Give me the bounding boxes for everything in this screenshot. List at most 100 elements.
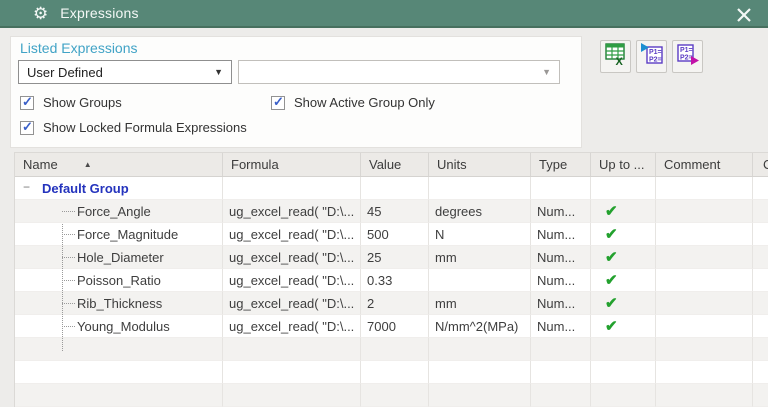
- cell-up-to-[interactable]: ✔: [591, 200, 656, 223]
- cell-name[interactable]: Force_Magnitude: [15, 223, 223, 246]
- close-icon[interactable]: [734, 5, 754, 25]
- cell-c[interactable]: [753, 338, 768, 361]
- column-header-units[interactable]: Units: [429, 153, 531, 176]
- cell-up-to-[interactable]: [591, 338, 656, 361]
- checkbox-box[interactable]: ✓: [271, 94, 285, 110]
- cell-formula[interactable]: [223, 177, 361, 200]
- cell-units[interactable]: degrees: [429, 200, 531, 223]
- cell-value[interactable]: 2: [361, 292, 429, 315]
- cell-type[interactable]: [531, 384, 591, 407]
- column-header-up-to-[interactable]: Up to ...: [591, 153, 656, 176]
- cell-formula[interactable]: ug_excel_read( "D:\...: [223, 269, 361, 292]
- collapse-minus-icon[interactable]: −: [23, 180, 30, 194]
- cell-up-to-[interactable]: ✔: [591, 315, 656, 338]
- show-locked-formula-expressions-checkbox[interactable]: ✓ Show Locked Formula Expressions: [20, 119, 247, 135]
- cell-c[interactable]: [753, 223, 768, 246]
- cell-formula[interactable]: [223, 338, 361, 361]
- cell-name[interactable]: [15, 384, 223, 407]
- cell-c[interactable]: [753, 292, 768, 315]
- cell-value[interactable]: 0.33: [361, 269, 429, 292]
- cell-value[interactable]: [361, 384, 429, 407]
- expression-filter-dropdown[interactable]: User Defined ▼: [18, 60, 232, 84]
- cell-type[interactable]: Num...: [531, 292, 591, 315]
- checkbox-box[interactable]: ✓: [20, 94, 34, 110]
- cell-comment[interactable]: [656, 269, 753, 292]
- edit-in-spreadsheet-button[interactable]: X: [600, 40, 631, 73]
- column-header-value[interactable]: Value: [361, 153, 429, 176]
- cell-formula[interactable]: ug_excel_read( "D:\...: [223, 223, 361, 246]
- cell-type[interactable]: [531, 177, 591, 200]
- expression-row[interactable]: Force_Angle ug_excel_read( "D:\... 45 degre…: [15, 200, 768, 223]
- cell-units[interactable]: mm: [429, 246, 531, 269]
- cell-type[interactable]: Num...: [531, 200, 591, 223]
- expression-row[interactable]: Hole_Diameter ug_excel_read( "D:\... 25 mm N…: [15, 246, 768, 269]
- cell-name[interactable]: [15, 361, 223, 384]
- cell-units[interactable]: N: [429, 223, 531, 246]
- cell-c[interactable]: [753, 269, 768, 292]
- cell-name[interactable]: Rib_Thickness: [15, 292, 223, 315]
- show-groups-checkbox[interactable]: ✓ Show Groups: [20, 94, 122, 110]
- cell-name[interactable]: [15, 338, 223, 361]
- cell-name[interactable]: Poisson_Ratio: [15, 269, 223, 292]
- cell-value[interactable]: 45: [361, 200, 429, 223]
- empty-row[interactable]: [15, 384, 768, 407]
- empty-row[interactable]: [15, 361, 768, 384]
- cell-c[interactable]: [753, 200, 768, 223]
- cell-units[interactable]: N/mm^2(MPa): [429, 315, 531, 338]
- cell-comment[interactable]: [656, 315, 753, 338]
- cell-value[interactable]: [361, 338, 429, 361]
- cell-comment[interactable]: [656, 338, 753, 361]
- cell-up-to-[interactable]: ✔: [591, 292, 656, 315]
- cell-type[interactable]: Num...: [531, 315, 591, 338]
- cell-comment[interactable]: [656, 200, 753, 223]
- cell-name[interactable]: Hole_Diameter: [15, 246, 223, 269]
- cell-up-to-[interactable]: ✔: [591, 269, 656, 292]
- cell-value[interactable]: 500: [361, 223, 429, 246]
- cell-value[interactable]: 25: [361, 246, 429, 269]
- cell-type[interactable]: Num...: [531, 246, 591, 269]
- expression-row[interactable]: Poisson_Ratio ug_excel_read( "D:\... 0.33 N…: [15, 269, 768, 292]
- show-active-group-only-checkbox[interactable]: ✓ Show Active Group Only: [271, 94, 435, 110]
- cell-value[interactable]: [361, 177, 429, 200]
- cell-up-to-[interactable]: ✔: [591, 223, 656, 246]
- expression-row[interactable]: Young_Modulus ug_excel_read( "D:\... 7000 N…: [15, 315, 768, 338]
- cell-formula[interactable]: [223, 361, 361, 384]
- cell-up-to-[interactable]: [591, 384, 656, 407]
- group-row[interactable]: − Default Group: [15, 177, 768, 200]
- cell-value[interactable]: [361, 361, 429, 384]
- expression-row[interactable]: Rib_Thickness ug_excel_read( "D:\... 2 mm Nu…: [15, 292, 768, 315]
- column-header-comment[interactable]: Comment: [656, 153, 753, 176]
- cell-c[interactable]: [753, 361, 768, 384]
- cell-units[interactable]: [429, 384, 531, 407]
- cell-formula[interactable]: ug_excel_read( "D:\...: [223, 292, 361, 315]
- column-header-c[interactable]: C: [753, 153, 768, 176]
- cell-name[interactable]: Force_Angle: [15, 200, 223, 223]
- cell-c[interactable]: [753, 384, 768, 407]
- cell-c[interactable]: [753, 177, 768, 200]
- cell-comment[interactable]: [656, 292, 753, 315]
- cell-formula[interactable]: ug_excel_read( "D:\...: [223, 246, 361, 269]
- cell-up-to-[interactable]: ✔: [591, 246, 656, 269]
- cell-comment[interactable]: [656, 361, 753, 384]
- cell-comment[interactable]: [656, 384, 753, 407]
- cell-comment[interactable]: [656, 177, 753, 200]
- expression-search-dropdown[interactable]: ▼: [238, 60, 560, 84]
- cell-up-to-[interactable]: [591, 177, 656, 200]
- cell-name[interactable]: Young_Modulus: [15, 315, 223, 338]
- cell-up-to-[interactable]: [591, 361, 656, 384]
- column-header-type[interactable]: Type: [531, 153, 591, 176]
- cell-comment[interactable]: [656, 223, 753, 246]
- cell-units[interactable]: [429, 177, 531, 200]
- cell-c[interactable]: [753, 315, 768, 338]
- cell-value[interactable]: 7000: [361, 315, 429, 338]
- cell-type[interactable]: [531, 338, 591, 361]
- column-header-name[interactable]: Name ▲: [15, 153, 223, 176]
- cell-c[interactable]: [753, 246, 768, 269]
- cell-formula[interactable]: ug_excel_read( "D:\...: [223, 315, 361, 338]
- cell-name[interactable]: − Default Group: [15, 177, 223, 200]
- cell-formula[interactable]: ug_excel_read( "D:\...: [223, 200, 361, 223]
- import-expressions-button[interactable]: P1= P2=: [636, 40, 667, 73]
- cell-units[interactable]: [429, 338, 531, 361]
- cell-formula[interactable]: [223, 384, 361, 407]
- cell-type[interactable]: Num...: [531, 223, 591, 246]
